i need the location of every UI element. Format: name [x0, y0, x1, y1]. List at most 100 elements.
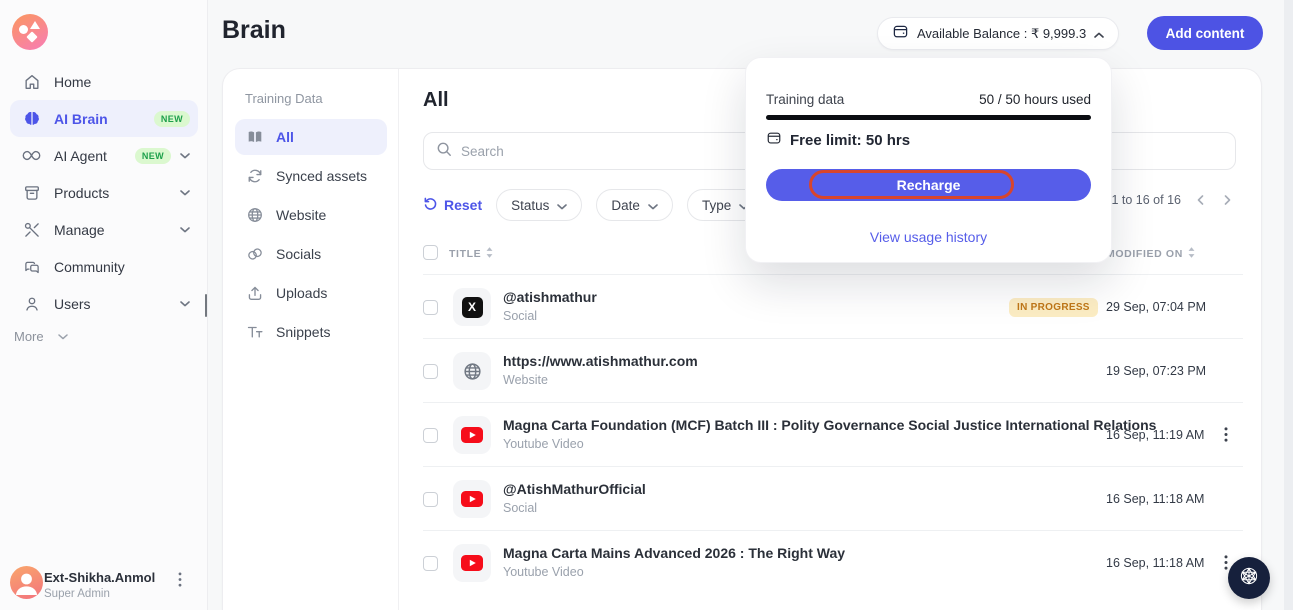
x-social-icon: X [453, 288, 491, 326]
sidebar-item-label: Home [54, 74, 91, 90]
recharge-button[interactable]: Recharge [766, 169, 1091, 201]
training-nav-label: Snippets [276, 324, 330, 340]
table-row[interactable]: https://www.atishmathur.com Website 19 Sep… [423, 338, 1243, 402]
pagination: 1 to 16 of 16 [1111, 193, 1233, 207]
globe-icon [245, 206, 264, 225]
sidebar-item-label: AI Brain [54, 111, 108, 127]
balance-dropdown-button[interactable]: Available Balance : ₹ 9,999.3 [877, 17, 1119, 50]
chevron-down-icon [58, 334, 68, 340]
row-title: @AtishMathurOfficial [503, 481, 646, 497]
geometric-globe-icon [1238, 565, 1260, 592]
sidebar-item-label: AI Agent [54, 148, 107, 164]
training-nav-label: Synced assets [276, 168, 367, 184]
sort-icon[interactable] [486, 247, 493, 261]
training-nav-label: Socials [276, 246, 321, 262]
sidebar-item-community[interactable]: Community [10, 248, 198, 285]
sidebar-item-label: Community [54, 259, 125, 275]
free-limit-row: Free limit: 50 hrs [766, 130, 910, 150]
sidebar-item-ai-brain[interactable]: AI BrainNEW [10, 100, 198, 137]
row-title: Magna Carta Mains Advanced 2026 : The Ri… [503, 545, 845, 561]
sidebar-item-manage[interactable]: Manage [10, 211, 198, 248]
status-badge: IN PROGRESS [1009, 298, 1098, 317]
sidebar-item-users[interactable]: Users [10, 285, 198, 322]
sidebar-item-home[interactable]: Home [10, 63, 198, 100]
sidebar: Home AI BrainNEW AI Agent NEW Products Manage… [0, 0, 208, 610]
wallet-icon [766, 130, 782, 150]
row-subtitle: Website [503, 373, 548, 387]
row-menu-icon[interactable] [1220, 427, 1232, 447]
sidebar-item-products[interactable]: Products [10, 174, 198, 211]
avatar [10, 566, 43, 599]
training-nav-item-socials[interactable]: Socials [235, 236, 387, 272]
training-nav-item-website[interactable]: Website [235, 197, 387, 233]
link-icon [245, 245, 264, 264]
chevron-up-icon [1094, 25, 1104, 43]
window-scrollbar[interactable] [1284, 0, 1293, 610]
table-row[interactable]: Magna Carta Mains Advanced 2026 : The Ri… [423, 530, 1243, 594]
text-icon [245, 323, 264, 342]
row-title: @atishmathur [503, 289, 597, 305]
sidebar-scrollbar[interactable] [205, 294, 207, 317]
book-icon [245, 128, 264, 147]
usage-counter: 50 / 50 hours used [979, 92, 1091, 107]
support-widget-button[interactable] [1228, 557, 1270, 599]
sidebar-user[interactable]: Ext-Shikha.Anmol Super Admin [0, 560, 208, 610]
table-row[interactable]: @AtishMathurOfficialSocial16 Sep, 11:18 … [423, 466, 1243, 530]
row-modified-on: 19 Sep, 07:23 PM [1106, 364, 1206, 378]
training-nav-item-uploads[interactable]: Uploads [235, 275, 387, 311]
prev-page-icon[interactable] [1195, 193, 1206, 207]
row-checkbox[interactable] [423, 492, 438, 507]
training-nav-item-all[interactable]: All [235, 119, 387, 155]
sidebar-item-label: Manage [54, 222, 105, 238]
usage-progress-bar [766, 115, 1091, 120]
new-badge: NEW [135, 148, 171, 164]
wallet-icon [892, 23, 909, 45]
training-nav-item-synced-assets[interactable]: Synced assets [235, 158, 387, 194]
row-checkbox[interactable] [423, 428, 438, 443]
training-nav-label: Website [276, 207, 326, 223]
row-checkbox[interactable] [423, 364, 438, 379]
popover-title: Training data [766, 92, 844, 107]
sort-icon[interactable] [1188, 247, 1195, 261]
next-page-icon[interactable] [1222, 193, 1233, 207]
sidebar-item-ai-agent[interactable]: AI Agent NEW [10, 137, 198, 174]
row-subtitle: Social [503, 501, 537, 515]
chevron-down-icon [557, 198, 567, 213]
upload-icon [245, 284, 264, 303]
tools-icon [22, 220, 41, 239]
search-icon [436, 141, 452, 162]
free-limit-label: Free limit: 50 hrs [790, 132, 910, 149]
more-label: More [14, 329, 44, 344]
youtube-icon [453, 480, 491, 518]
reset-filters-button[interactable]: Reset [423, 196, 482, 214]
view-usage-history-link[interactable]: View usage history [746, 229, 1111, 245]
balance-popover: Training data 50 / 50 hours used Free li… [745, 57, 1112, 263]
sidebar-more-button[interactable]: More [14, 329, 68, 344]
youtube-icon [453, 544, 491, 582]
page-title: Brain [222, 16, 286, 45]
row-checkbox[interactable] [423, 556, 438, 571]
column-title: TITLE [449, 247, 493, 261]
select-all-checkbox[interactable] [423, 245, 438, 260]
user-menu-icon[interactable] [178, 572, 182, 592]
training-nav-label: All [276, 129, 294, 145]
chevron-down-icon [648, 198, 658, 213]
date-filter-dropdown[interactable]: Date [596, 189, 673, 221]
brand-logo-icon[interactable] [12, 14, 48, 50]
filter-row: Reset StatusDateType [423, 189, 764, 221]
training-nav-item-snippets[interactable]: Snippets [235, 314, 387, 350]
reset-icon [423, 196, 438, 214]
chat-icon [22, 257, 41, 276]
chevron-down-icon [180, 301, 190, 307]
training-nav-label: Uploads [276, 285, 327, 301]
add-content-button[interactable]: Add content [1147, 16, 1263, 50]
globe-tile-icon [453, 352, 491, 390]
section-heading: All [423, 89, 449, 112]
table-row[interactable]: X@atishmathurSocialIN PROGRESS29 Sep, 07… [423, 274, 1243, 338]
row-title: https://www.atishmathur.com [503, 353, 698, 369]
status-filter-dropdown[interactable]: Status [496, 189, 582, 221]
row-checkbox[interactable] [423, 300, 438, 315]
table-row[interactable]: Magna Carta Foundation (MCF) Batch III :… [423, 402, 1243, 466]
chevron-down-icon [180, 190, 190, 196]
row-modified-on: 29 Sep, 07:04 PM [1106, 300, 1206, 314]
